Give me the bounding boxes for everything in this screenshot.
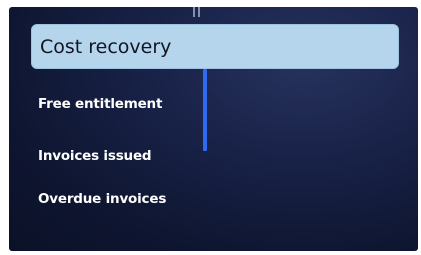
menu-item-cost-recovery[interactable]: Cost recovery (31, 24, 399, 69)
submenu-item-free-entitlement[interactable]: Free entitlement (38, 96, 162, 112)
submenu-item-overdue-invoices[interactable]: Overdue invoices (38, 191, 166, 207)
divider-tick (193, 7, 195, 17)
scroll-indicator (203, 69, 207, 151)
menu-item-label: Cost recovery (40, 35, 172, 58)
navigation-panel: Cost recovery Free entitlement Invoices … (9, 7, 418, 251)
submenu-item-invoices-issued[interactable]: Invoices issued (38, 148, 152, 164)
divider-tick (198, 7, 200, 17)
